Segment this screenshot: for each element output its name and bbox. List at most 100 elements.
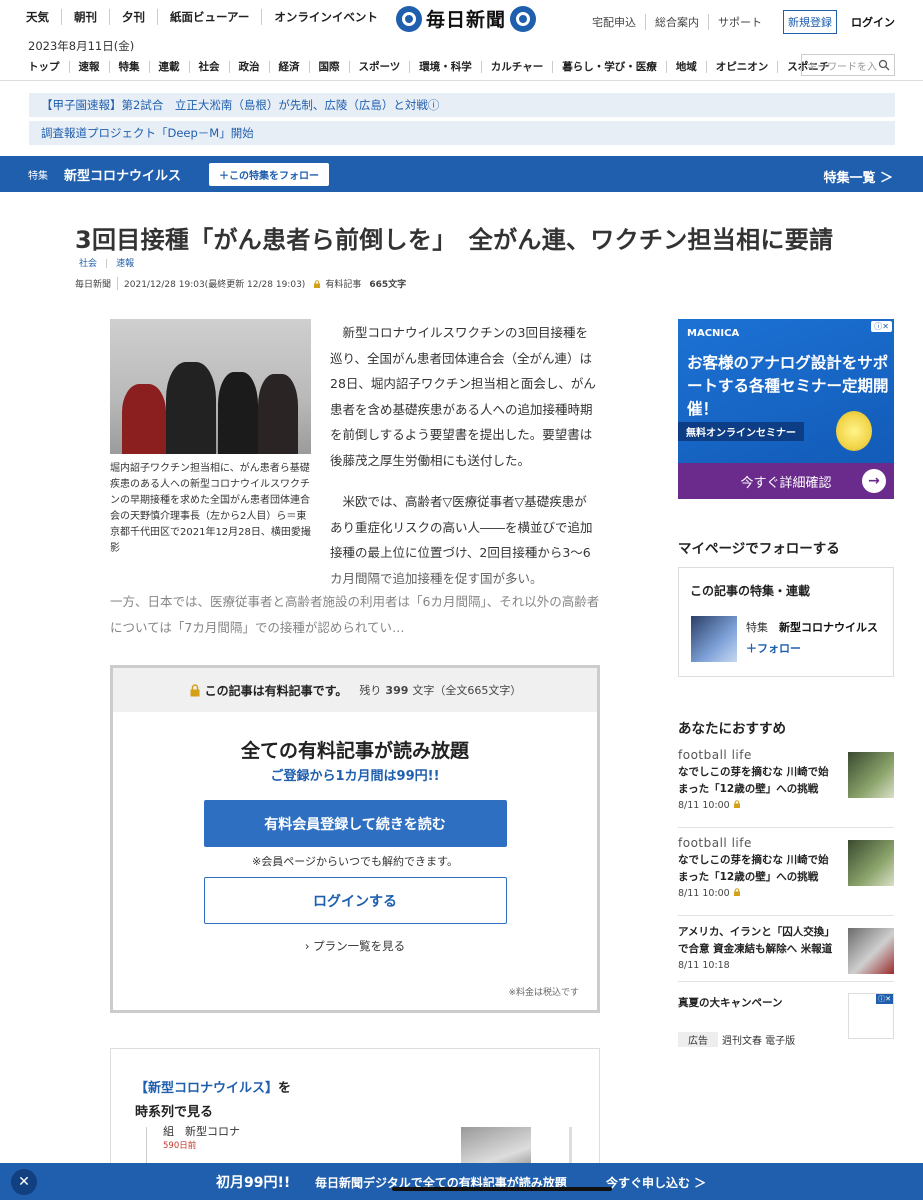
tag-news[interactable]: 速報 — [112, 259, 138, 269]
campaign-ad-label[interactable]: 真夏の大キャンペーン — [678, 995, 782, 1010]
timeline-item-title[interactable]: 組 新型コロナ — [163, 1123, 240, 1139]
top-nav-events[interactable]: オンラインイベント — [261, 9, 390, 25]
nav-item-science[interactable]: 環境・科学 — [409, 61, 481, 73]
recommend-item[interactable]: football life なでしこの芽を摘むな 川崎で始まった「12歳の壁」へ… — [678, 836, 894, 916]
lock-icon — [733, 888, 740, 896]
follow-button[interactable]: ＋フォロー — [746, 640, 801, 656]
logo-mark-icon — [396, 5, 422, 32]
paywall-subtitle: ご登録から1カ月間は99円!! — [270, 769, 440, 784]
timeline-subheading: 時系列で見る — [135, 1105, 214, 1120]
banner-price: 初月99円!! — [216, 1175, 291, 1191]
special-bar: 特集 新型コロナウイルス ＋この特集をフォロー 特集一覧 ＞ — [0, 156, 923, 192]
recommend-headline: なでしこの芽を摘むな 川崎で始まった「12歳の壁」への挑戦 — [678, 854, 829, 883]
paid-label: 有料記事 — [325, 280, 362, 290]
nav-item-top[interactable]: トップ — [28, 61, 69, 73]
recommend-time: 8/11 10:00 — [678, 800, 894, 811]
photo-caption: 堀内詔子ワクチン担当相に、がん患者ら基礎疾患のある人への新型コロナウイルスワクチ… — [110, 463, 311, 554]
ad-info-icon[interactable]: ⓘ✕ — [876, 994, 893, 1004]
register-continue-button[interactable]: 有料会員登録して続きを読む — [203, 800, 507, 847]
special-list-link[interactable]: 特集一覧 ＞ — [823, 167, 893, 186]
site-logo[interactable]: 毎日新聞 — [396, 5, 537, 32]
logo-mark-icon — [510, 5, 537, 32]
support-link[interactable]: サポート — [708, 14, 771, 30]
tag-society[interactable]: 社会 — [75, 259, 101, 269]
top-nav-viewer[interactable]: 紙面ビューアー — [157, 9, 261, 25]
cancel-note: ※会員ページからいつでも解約できます。 — [252, 855, 458, 868]
article-paragraph: 新型コロナウイルスワクチンの3回目接種を巡り、全国がん患者団体連合会（全がん連）… — [330, 325, 596, 468]
recommend-headline: なでしこの芽を摘むな 川崎で始まった「12歳の壁」への挑戦 — [678, 766, 829, 795]
login-link[interactable]: ログイン — [851, 14, 895, 30]
delivery-link[interactable]: 宅配申込 — [583, 14, 645, 30]
article-paragraph-faded: 一方、日本では、医療従事者と高齢者施設の利用者は「6カ月間隔」、それ以外の高齢者… — [110, 594, 600, 635]
follow-box-title: この記事の特集・連載 — [690, 584, 811, 598]
article-tags: 社会 | 速報 — [75, 256, 138, 269]
timeline-box: 【新型コロナウイルス】を 時系列で見る 組 新型コロナ 590日前 — [110, 1048, 600, 1179]
special-thumbnail[interactable] — [691, 616, 737, 662]
campaign-ad-footer: 広告 週刊文春 電子版 — [678, 1032, 795, 1047]
header-right-links: 宅配申込 総合案内 サポート 新規登録 ログイン — [583, 10, 895, 34]
top-nav-morning[interactable]: 朝刊 — [61, 9, 109, 25]
register-button[interactable]: 新規登録 — [783, 10, 837, 34]
ad-info-icon[interactable]: ⓘ✕ — [871, 321, 892, 332]
recommend-thumbnail — [848, 840, 894, 886]
guide-link[interactable]: 総合案内 — [645, 14, 708, 30]
article-date: 2021/12/28 19:03(最終更新 12/28 19:03) — [124, 280, 306, 290]
sidebar-ad[interactable]: MACNICA ⓘ✕ お客様のアナログ設計をサポートする各種セミナー定期開催！ … — [678, 319, 894, 499]
mypage-heading: マイページでフォローする — [678, 541, 840, 557]
timeline-item-time: 590日前 — [163, 1141, 197, 1151]
nav-item-society[interactable]: 社会 — [188, 61, 229, 73]
timeline-heading: 【新型コロナウイルス】を — [135, 1081, 292, 1096]
notice-breaking[interactable]: 【甲子園速報】第2試合 立正大淞南（島根）が先制、広陵（広島）と対戦ⓘ — [29, 93, 895, 117]
nav-item-region[interactable]: 地域 — [665, 61, 706, 73]
recommend-time: 8/11 10:00 — [678, 888, 894, 899]
article-title: 3回目接種「がん患者ら前倒しを」 全がん連、ワクチン担当相に要請 — [75, 226, 834, 254]
search-icon[interactable] — [878, 59, 890, 71]
subscribe-banner[interactable]: ✕ 初月99円!! 毎日新聞デジタルで全ての有料記事が読み放題 今すぐ申し込む … — [0, 1163, 923, 1200]
nav-item-series[interactable]: 連載 — [148, 61, 189, 73]
follow-box: この記事の特集・連載 特集 新型コロナウイルス ＋フォロー — [678, 567, 894, 677]
special-title[interactable]: 新型コロナウイルス — [64, 165, 181, 184]
nav-item-news[interactable]: 速報 — [68, 61, 109, 73]
char-count: 665文字 — [369, 280, 407, 290]
ad-headline: お客様のアナログ設計をサポートする各種セミナー定期開催！ — [687, 354, 889, 418]
nav-item-life[interactable]: 暮らし・学び・医療 — [552, 61, 666, 73]
plan-list-link[interactable]: › プラン一覧を見る — [113, 938, 597, 954]
timeline-topic-link[interactable]: 【新型コロナウイルス】 — [135, 1081, 278, 1096]
subscribe-now-link[interactable]: 今すぐ申し込む ＞ — [606, 1174, 706, 1191]
article-meta: 毎日新聞 2021/12/28 19:03(最終更新 12/28 19:03) … — [75, 277, 406, 290]
article-source: 毎日新聞 — [75, 277, 119, 290]
paywall-login-button[interactable]: ログインする — [203, 877, 507, 924]
home-indicator[interactable] — [392, 1187, 612, 1191]
article-photo[interactable] — [110, 319, 311, 454]
search-input[interactable]: キーワードを入 — [801, 54, 895, 76]
follow-special-button[interactable]: ＋この特集をフォロー — [209, 162, 330, 186]
notice-project[interactable]: 調査報道プロジェクト「Deep－M」開始 — [29, 121, 895, 145]
recommend-item[interactable]: アメリカ、イランと「囚人交換」で合意 資金凍結も解除へ 米報道 8/11 10:… — [678, 924, 894, 982]
paywall-title: 全ての有料記事が読み放題 — [240, 740, 469, 762]
top-nav-evening[interactable]: 夕刊 — [109, 9, 157, 25]
nav-item-politics[interactable]: 政治 — [228, 61, 269, 73]
top-nav-weather[interactable]: 天気 — [26, 9, 61, 25]
nav-item-world[interactable]: 国際 — [308, 61, 349, 73]
nav-item-sports[interactable]: スポーツ — [348, 61, 410, 73]
arrow-right-icon: → — [862, 469, 886, 493]
nav-item-special[interactable]: 特集 — [108, 61, 149, 73]
nav-item-culture[interactable]: カルチャー — [480, 61, 552, 73]
top-bar: 天気 朝刊 夕刊 紙面ビューアー オンラインイベント 毎日新聞 宅配申込 総合案… — [0, 0, 923, 34]
paywall: この記事は有料記事です。 残り 399 文字（全文665文字） 全ての有料記事が読み… — [110, 665, 600, 1013]
recommend-item[interactable]: football life なでしこの芽を摘むな 川崎で始まった「12歳の壁」へ… — [678, 748, 894, 828]
current-date: 2023年8月11日(金) — [28, 39, 135, 53]
nav-item-economy[interactable]: 経済 — [268, 61, 309, 73]
campaign-ad-image[interactable]: ⓘ✕ — [848, 993, 894, 1039]
paywall-head-text: この記事は有料記事です。 — [204, 683, 348, 698]
lock-icon — [733, 800, 740, 808]
ad-cta[interactable]: 今すぐ詳細確認 → — [678, 463, 894, 499]
close-icon[interactable]: ✕ — [11, 1169, 37, 1195]
ad-badge: 広告 — [678, 1032, 718, 1047]
special-label: 特集 — [28, 170, 48, 182]
recommend-heading: あなたにおすすめ — [678, 721, 786, 737]
top-nav: 天気 朝刊 夕刊 紙面ビューアー オンラインイベント — [26, 9, 390, 25]
nav-item-opinion[interactable]: オピニオン — [705, 61, 778, 73]
lightbulb-icon — [836, 411, 872, 451]
follow-item-label: 特集 新型コロナウイルス — [746, 621, 878, 634]
